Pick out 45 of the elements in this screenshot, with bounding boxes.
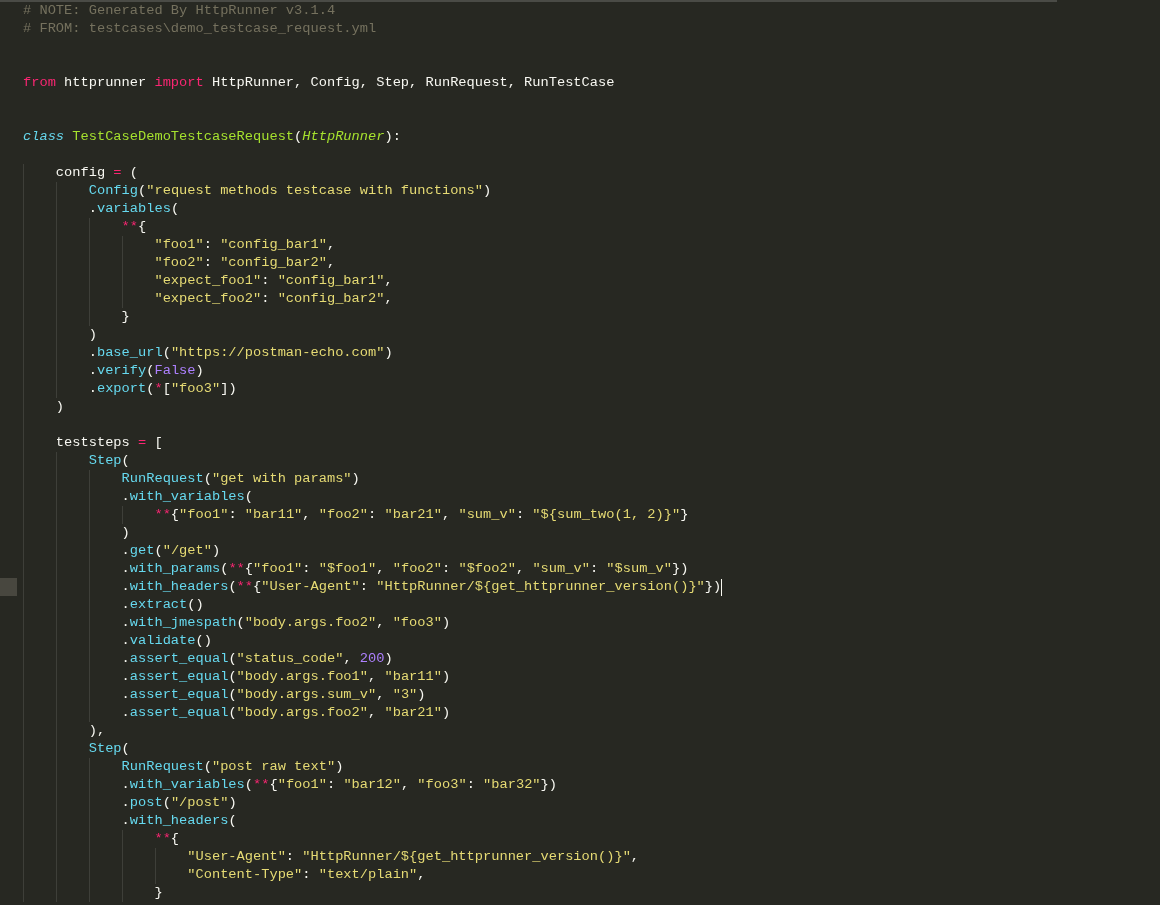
code-line: "foo1": "config_bar1", [154,236,336,254]
code-line: ) [88,326,97,344]
code-line: .export(*["foo3"]) [88,380,237,398]
code-line: Config("request methods testcase with functions") [88,182,492,200]
code-line: } [154,884,163,902]
code-line: "expect_foo1": "config_bar1", [154,272,393,290]
code-line: "foo2": "config_bar2", [154,254,336,272]
code-line: .assert_equal("body.args.foo2", "bar21") [121,704,451,722]
code-line: .assert_equal("body.args.sum_v", "3") [121,686,426,704]
code-line: } [121,308,130,326]
code-line: .assert_equal("body.args.foo1", "bar11") [121,668,451,686]
code-line: ), [88,722,106,740]
code-line: # NOTE: Generated By HttpRunner v3.1.4 [23,2,336,20]
code-line: "expect_foo2": "config_bar2", [154,290,393,308]
code-line: .with_headers( [121,812,237,830]
code-line: .with_variables(**{"foo1": "bar12", "foo3": "bar32"}) [121,776,557,794]
code-line: .with_params(**{"foo1": "$foo1", "foo2": "$foo2", "sum_v": "$sum_v"}) [121,560,689,578]
code-line: **{ [154,830,180,848]
code-line: teststeps = [ [55,434,163,452]
code-line: Step( [88,452,130,470]
code-line: .variables( [88,200,180,218]
code-line: .post("/post") [121,794,237,812]
code-line: .extract() [121,596,204,614]
code-line: # FROM: testcases\demo_testcase_request.yml [23,20,377,38]
code-line: **{"foo1": "bar11", "foo2": "bar21", "sum_v": "${sum_two(1, 2)}"} [154,506,689,524]
code-line: .validate() [121,632,212,650]
code-line: ) [121,524,130,542]
code-line: .with_jmespath("body.args.foo2", "foo3") [121,614,451,632]
code-line: .get("/get") [121,542,221,560]
code-line: .with_headers(**{"User-Agent": "HttpRunner/${get_httprunner_version()}"}) [121,578,722,596]
code-line: **{ [121,218,147,236]
code-line: RunRequest("post raw text") [121,758,344,776]
code-line: .assert_equal("status_code", 200) [121,650,393,668]
code-line: from httprunner import HttpRunner, Config, Step, RunRequest, RunTestCase [23,74,615,92]
code-line: "User-Agent": "HttpRunner/${get_httprunner_version()}", [187,848,640,866]
code-line: "Content-Type": "text/plain", [187,866,426,884]
code-line: ) [55,398,65,416]
code-line: .with_variables( [121,488,253,506]
code-line: class TestCaseDemoTestcaseRequest(HttpRunner): [23,128,401,146]
code-line: RunRequest("get with params") [121,470,360,488]
code-line: Step( [88,740,130,758]
horizontal-scrollbar[interactable] [0,0,1057,2]
code-line: config = ( [55,164,138,182]
code-line: .verify(False) [88,362,204,380]
code-line: .base_url("https://postman-echo.com") [88,344,393,362]
